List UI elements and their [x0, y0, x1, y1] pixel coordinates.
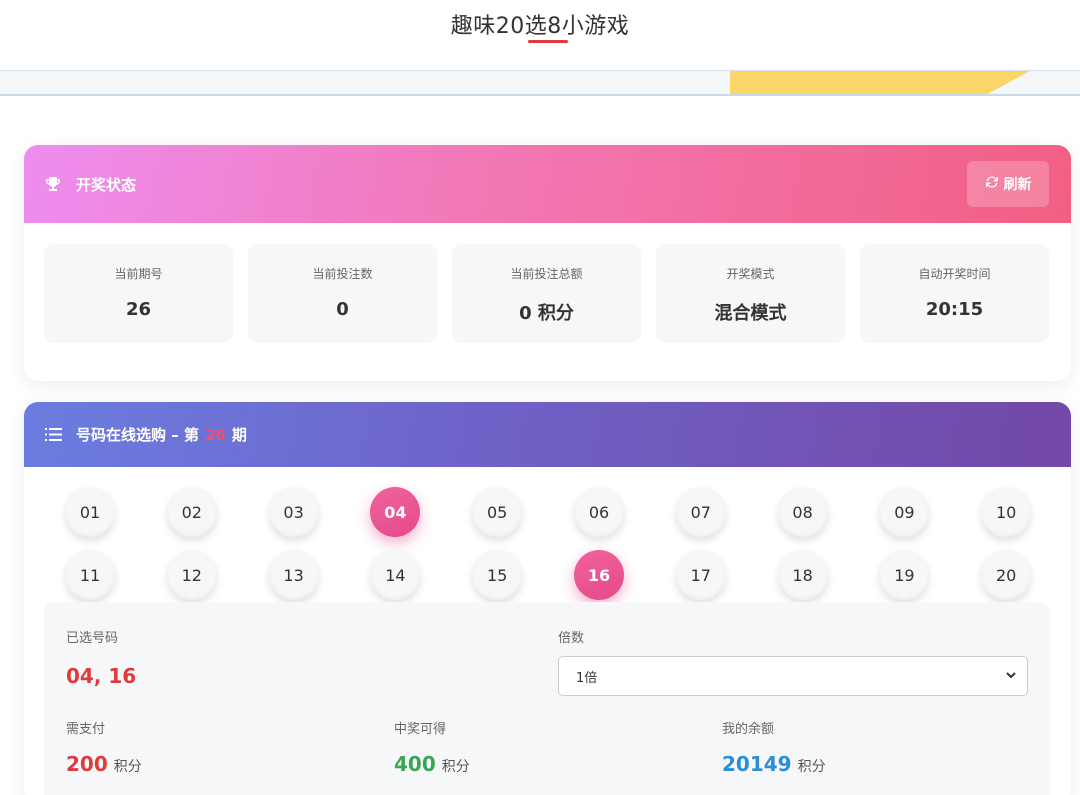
selected-numbers-label: 已选号码 — [66, 631, 119, 646]
picker-title-prefix: 号码在线选购 – 第 — [76, 426, 199, 444]
number-ball-13[interactable]: 13 — [268, 550, 319, 600]
number-ball-02[interactable]: 02 — [166, 487, 217, 537]
number-ball-09[interactable]: 09 — [879, 487, 930, 537]
number-ball-15[interactable]: 15 — [472, 550, 523, 600]
number-picker-card: 号码在线选购 – 第 26 期 01 02 03 04 05 06 07 08 09 10 11 12… — [24, 402, 1071, 795]
balance-label: 我的余额 — [722, 722, 775, 737]
title-underline — [528, 40, 568, 43]
multiplier-value: 1倍 — [576, 670, 598, 686]
bet-summary-panel: 已选号码 04, 16 倍数 1倍 需支付 200 积分 中奖可得 400 积分 我… — [44, 602, 1050, 795]
number-ball-14[interactable]: 14 — [370, 550, 421, 600]
balance-unit: 积分 — [797, 759, 826, 775]
multiplier-select[interactable]: 1倍 — [558, 656, 1028, 696]
stat-value: 0 — [336, 299, 349, 320]
number-ball-06[interactable]: 06 — [574, 487, 624, 537]
pay-amount: 200 积分 — [66, 752, 142, 776]
stat-label: 当前期号 — [114, 267, 163, 281]
yellow-banner — [730, 71, 1030, 94]
number-ball-03[interactable]: 03 — [268, 487, 319, 537]
stat-auto-draw-time: 自动开奖时间 20:15 — [860, 244, 1049, 343]
number-ball-10[interactable]: 10 — [981, 487, 1032, 537]
list-icon — [44, 426, 62, 444]
number-ball-11[interactable]: 11 — [65, 550, 115, 600]
stat-draw-mode: 开奖模式 混合模式 — [656, 244, 845, 343]
number-ball-20[interactable]: 20 — [981, 550, 1032, 600]
refresh-button[interactable]: 刷新 — [967, 161, 1049, 207]
trophy-icon — [44, 175, 62, 193]
number-ball-18[interactable]: 18 — [777, 550, 828, 600]
win-unit: 积分 — [441, 759, 470, 775]
stat-current-period: 当前期号 26 — [44, 244, 233, 343]
number-picker-header: 号码在线选购 – 第 26 期 — [24, 402, 1071, 467]
balance-value: 20149 — [722, 752, 792, 776]
refresh-icon — [985, 175, 999, 193]
stat-value: 混合模式 — [714, 303, 787, 324]
stat-label: 当前投注数 — [312, 267, 373, 281]
pay-label: 需支付 — [66, 722, 106, 737]
stat-label: 自动开奖时间 — [918, 267, 991, 281]
stat-bet-total: 当前投注总额 0 积分 — [452, 244, 641, 343]
draw-status-header: 开奖状态 刷新 — [24, 145, 1071, 223]
draw-status-card: 开奖状态 刷新 当前期号 26 当前投注数 0 当前投注总额 0 积分 开奖模式… — [24, 145, 1071, 381]
stat-value: 20:15 — [925, 299, 984, 320]
chevron-down-icon — [1005, 669, 1017, 685]
number-ball-12[interactable]: 12 — [166, 550, 217, 600]
pay-unit: 积分 — [113, 759, 142, 775]
number-ball-01[interactable]: 01 — [65, 487, 115, 537]
number-ball-16[interactable]: 16 — [574, 550, 624, 600]
selected-numbers-value: 04, 16 — [66, 664, 137, 688]
picker-title-suffix: 期 — [231, 426, 247, 444]
number-ball-08[interactable]: 08 — [777, 487, 828, 537]
page-title: 趣味20选8小游戏 — [450, 14, 630, 39]
decorative-band — [0, 70, 1080, 96]
number-ball-04[interactable]: 04 — [370, 487, 421, 537]
stat-value: 0 积分 — [519, 303, 574, 324]
stats-row: 当前期号 26 当前投注数 0 当前投注总额 0 积分 开奖模式 混合模式 自动… — [44, 244, 1049, 343]
stat-label: 当前投注总额 — [510, 267, 583, 281]
stat-bet-count: 当前投注数 0 — [248, 244, 437, 343]
top-bar: 趣味20选8小游戏 — [0, 0, 1080, 70]
number-ball-05[interactable]: 05 — [472, 487, 523, 537]
multiplier-label: 倍数 — [558, 631, 585, 646]
win-amount: 400 积分 — [394, 752, 470, 776]
number-ball-19[interactable]: 19 — [879, 550, 930, 600]
stat-value: 26 — [125, 299, 152, 320]
draw-status-title: 开奖状态 — [76, 175, 137, 194]
win-value: 400 — [394, 752, 436, 776]
win-label: 中奖可得 — [394, 722, 447, 737]
stat-label: 开奖模式 — [726, 267, 775, 281]
number-ball-17[interactable]: 17 — [675, 550, 726, 600]
picker-period-number: 26 — [204, 425, 226, 444]
refresh-label: 刷新 — [1003, 177, 1032, 193]
balance-amount: 20149 积分 — [722, 752, 826, 776]
number-ball-07[interactable]: 07 — [675, 487, 726, 537]
pay-value: 200 — [66, 752, 108, 776]
